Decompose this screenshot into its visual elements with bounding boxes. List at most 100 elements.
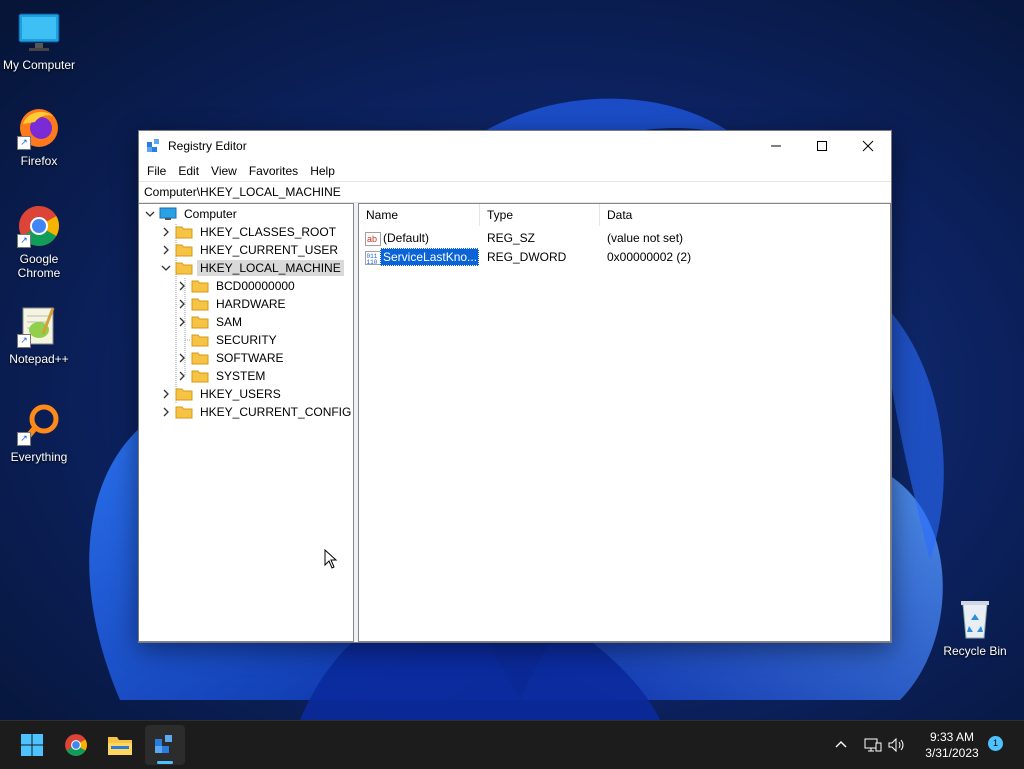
no-expander xyxy=(177,335,187,345)
shortcut-arrow-icon: ↗ xyxy=(17,234,31,248)
value-data: (value not set) xyxy=(607,231,684,245)
folder-icon xyxy=(175,406,193,419)
tree-node-security[interactable]: SECURITY xyxy=(177,331,280,349)
tree-node-system[interactable]: SYSTEM xyxy=(177,367,268,385)
network-button[interactable] xyxy=(862,733,884,757)
folder-icon xyxy=(191,298,209,311)
network-icon xyxy=(864,738,882,752)
chevron-right-icon[interactable] xyxy=(177,317,187,327)
value-name: ServiceLastKno... xyxy=(380,248,479,266)
mouse-cursor-icon xyxy=(324,549,338,569)
menu-favorites[interactable]: Favorites xyxy=(243,164,304,178)
clock-time: 9:33 AM xyxy=(929,730,975,744)
volume-button[interactable] xyxy=(886,733,908,757)
tree-node-sam[interactable]: SAM xyxy=(177,313,245,331)
taskbar-chrome-button[interactable] xyxy=(56,725,96,765)
menu-file[interactable]: File xyxy=(141,164,172,178)
show-hidden-icons-button[interactable] xyxy=(830,733,852,757)
desktop-icon-everything[interactable]: ↗ Everything xyxy=(0,402,78,464)
taskbar: 9:33 AM 3/31/2023 xyxy=(0,720,1024,769)
column-header-name[interactable]: Name xyxy=(359,204,480,226)
menu-view[interactable]: View xyxy=(205,164,243,178)
value-row[interactable]: ab (Default) REG_SZ (value not set) xyxy=(359,229,890,247)
close-icon xyxy=(862,140,874,152)
address-bar[interactable]: Computer\HKEY_LOCAL_MACHINE xyxy=(139,181,891,203)
desktop-icon-label: Everything xyxy=(10,450,68,464)
chrome-icon: ↗ xyxy=(17,204,61,248)
tree-node-computer[interactable]: Computer xyxy=(145,205,240,223)
start-icon xyxy=(21,734,43,756)
notepadpp-icon: ↗ xyxy=(17,304,61,348)
chevron-right-icon[interactable] xyxy=(161,407,171,417)
minimize-icon xyxy=(771,145,781,147)
desktop-icon-label: Firefox xyxy=(20,154,58,168)
tree-node-software[interactable]: SOFTWARE xyxy=(177,349,287,367)
file-explorer-icon xyxy=(108,737,132,755)
taskbar-file-explorer-button[interactable] xyxy=(100,725,140,765)
firefox-icon: ↗ xyxy=(17,106,61,150)
svg-text:110: 110 xyxy=(367,259,378,266)
tree-label: SAM xyxy=(216,315,243,329)
taskbar-clock[interactable]: 9:33 AM 3/31/2023 xyxy=(912,729,992,761)
tree-node-hkey-users[interactable]: HKEY_USERS xyxy=(161,385,284,403)
value-row-selected[interactable]: 011 110 ServiceLastKno... REG_DWORD 0x00… xyxy=(359,248,890,266)
notification-badge[interactable]: 1 xyxy=(988,736,1003,751)
tree-node-hkey-classes-root[interactable]: HKEY_CLASSES_ROOT xyxy=(161,223,339,241)
tree-label: HKEY_CLASSES_ROOT xyxy=(200,225,337,239)
value-name: (Default) xyxy=(383,231,430,245)
key-tree-pane[interactable]: Computer HKEY_CLASSES_ROOT HKEY_CURRENT_… xyxy=(139,203,354,642)
monitor-icon xyxy=(17,10,61,54)
maximize-button[interactable] xyxy=(799,131,845,161)
tree-label: Computer xyxy=(184,207,237,221)
tree-label: BCD00000000 xyxy=(216,279,295,293)
desktop-icon-label: Recycle Bin xyxy=(943,644,1007,658)
tree-node-hardware[interactable]: HARDWARE xyxy=(177,295,289,313)
folder-icon xyxy=(191,280,209,293)
desktop-icon-recycle-bin[interactable]: Recycle Bin xyxy=(936,596,1014,658)
chevron-up-icon xyxy=(835,741,847,748)
maximize-icon xyxy=(817,141,827,151)
column-header-data[interactable]: Data xyxy=(600,204,888,226)
column-header-type[interactable]: Type xyxy=(480,204,600,226)
tree-label: SYSTEM xyxy=(216,369,266,383)
open-folder-icon xyxy=(175,262,193,275)
registry-editor-icon xyxy=(147,139,159,152)
close-button[interactable] xyxy=(845,131,891,161)
chevron-right-icon[interactable] xyxy=(177,353,187,363)
chevron-right-icon[interactable] xyxy=(161,389,171,399)
tree-label: HKEY_CURRENT_USER xyxy=(200,243,339,257)
tree-node-hkey-local-machine[interactable]: HKEY_LOCAL_MACHINE xyxy=(161,259,344,277)
desktop-icon-notepadpp[interactable]: ↗ Notepad++ xyxy=(0,304,78,366)
value-data: 0x00000002 (2) xyxy=(607,250,692,264)
chevron-right-icon[interactable] xyxy=(161,227,171,237)
tree-node-hkey-current-user[interactable]: HKEY_CURRENT_USER xyxy=(161,241,341,259)
chevron-right-icon[interactable] xyxy=(177,281,187,291)
chrome-icon xyxy=(65,734,87,756)
recycle-bin-icon xyxy=(953,596,997,640)
chevron-down-icon[interactable] xyxy=(161,263,171,273)
registry-editor-icon xyxy=(155,735,172,753)
menu-edit[interactable]: Edit xyxy=(172,164,205,178)
menu-bar: File Edit View Favorites Help xyxy=(139,161,891,181)
title-bar[interactable]: Registry Editor xyxy=(139,131,891,161)
tree-node-bcd00000000[interactable]: BCD00000000 xyxy=(177,277,298,295)
chevron-right-icon[interactable] xyxy=(177,299,187,309)
desktop-icon-my-computer[interactable]: My Computer xyxy=(0,10,78,72)
desktop-icon-firefox[interactable]: ↗ Firefox xyxy=(0,106,78,168)
value-type: REG_SZ xyxy=(487,231,536,245)
tree-node-hkey-current-config[interactable]: HKEY_CURRENT_CONFIG xyxy=(161,403,353,421)
tree-label: SECURITY xyxy=(216,333,277,347)
chevron-right-icon[interactable] xyxy=(177,371,187,381)
values-list-pane[interactable]: Name Type Data ab (Default) REG_SZ (valu… xyxy=(358,203,891,642)
tree-label: HKEY_USERS xyxy=(200,387,281,401)
start-button[interactable] xyxy=(12,725,52,765)
chevron-right-icon[interactable] xyxy=(161,245,171,255)
tree-label: HKEY_CURRENT_CONFIG xyxy=(200,405,352,419)
minimize-button[interactable] xyxy=(753,131,799,161)
desktop-icon-google-chrome[interactable]: ↗ Google Chrome xyxy=(0,204,78,280)
tree-label: SOFTWARE xyxy=(216,351,284,365)
tree-label-selected: HKEY_LOCAL_MACHINE xyxy=(197,260,344,276)
menu-help[interactable]: Help xyxy=(304,164,341,178)
taskbar-registry-editor-button[interactable] xyxy=(145,725,185,765)
chevron-down-icon[interactable] xyxy=(145,209,155,219)
